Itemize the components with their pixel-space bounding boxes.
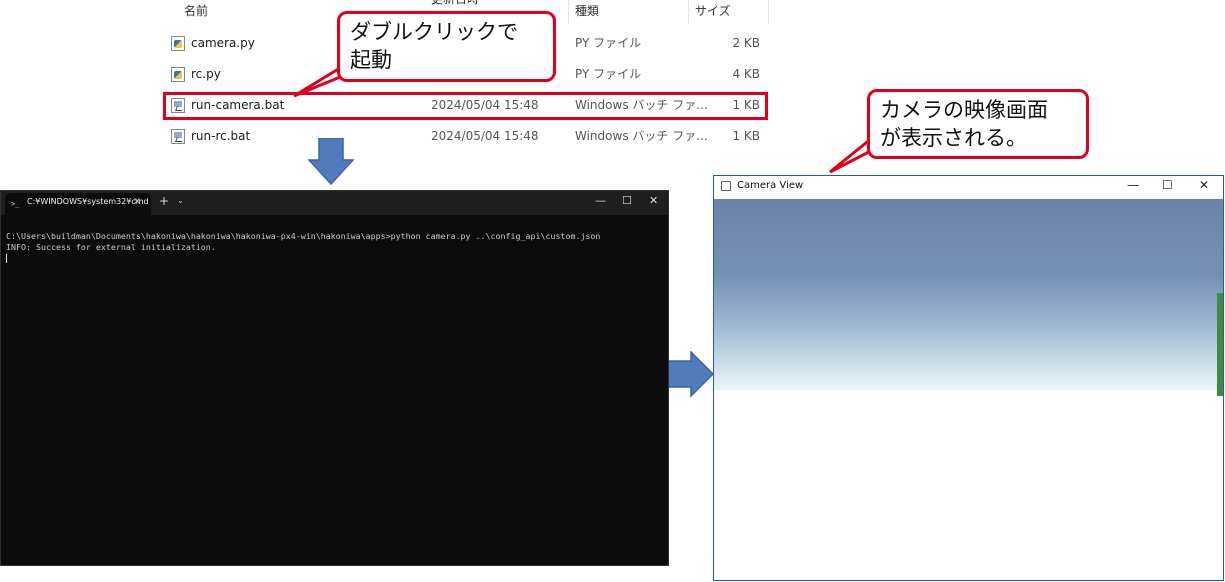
file-size: 2 KB bbox=[732, 36, 760, 50]
green-object bbox=[1217, 293, 1223, 396]
maximize-button[interactable]: ☐ bbox=[622, 194, 632, 207]
maximize-button[interactable]: ☐ bbox=[1162, 178, 1173, 192]
ground-area bbox=[714, 390, 1223, 580]
column-header-type[interactable]: 種類 bbox=[575, 0, 599, 24]
console-line: C:\Users\buildman\Documents\hakoniwa\hak… bbox=[6, 231, 601, 241]
new-tab-button[interactable]: + bbox=[159, 194, 169, 208]
file-size: 1 KB bbox=[732, 129, 760, 143]
console-title-bar[interactable]: >_ C:¥WINDOWS¥system32¥cmd × + ⌄ — ☐ ✕ bbox=[1, 191, 668, 215]
callout-camera-shown: カメラの映像画面 が表示される。 bbox=[867, 89, 1089, 159]
callout-double-click: ダブルクリックで 起動 bbox=[337, 11, 556, 82]
console-tab-title: C:¥WINDOWS¥system32¥cmd bbox=[27, 197, 149, 206]
tab-close-icon[interactable]: × bbox=[133, 196, 141, 207]
batch-file-icon bbox=[171, 129, 185, 144]
file-date: 2024/05/04 15:48 bbox=[431, 129, 539, 143]
camera-view-window[interactable]: Camera View — ☐ ✕ bbox=[713, 175, 1224, 581]
app-window-icon bbox=[721, 181, 731, 191]
python-file-icon bbox=[171, 36, 185, 51]
minimize-button[interactable]: — bbox=[1127, 178, 1139, 192]
python-file-icon bbox=[171, 67, 185, 82]
file-row-run-rc-bat[interactable]: run-rc.bat 2024/05/04 15:48 Windows バッチ … bbox=[160, 121, 770, 152]
file-name: run-rc.bat bbox=[191, 129, 251, 143]
camera-title-bar[interactable]: Camera View — ☐ ✕ bbox=[714, 176, 1223, 199]
column-divider[interactable] bbox=[568, 0, 569, 24]
highlight-box bbox=[163, 92, 768, 120]
file-name: rc.py bbox=[191, 67, 221, 81]
chevron-down-icon[interactable]: ⌄ bbox=[177, 196, 184, 205]
file-size: 4 KB bbox=[732, 67, 760, 81]
file-type: PY ファイル bbox=[575, 36, 642, 50]
console-line: INFO: Success for external initializatio… bbox=[6, 242, 216, 252]
console-tab[interactable]: >_ C:¥WINDOWS¥system32¥cmd × bbox=[5, 193, 151, 215]
sky-area bbox=[714, 199, 1223, 390]
camera-image bbox=[714, 199, 1223, 580]
sort-chevron-icon: ⌃ bbox=[296, 0, 307, 8]
column-divider[interactable] bbox=[688, 0, 689, 24]
close-button[interactable]: ✕ bbox=[1199, 178, 1209, 192]
text-cursor bbox=[6, 254, 7, 263]
down-arrow-icon bbox=[307, 138, 355, 186]
close-button[interactable]: ✕ bbox=[649, 194, 658, 207]
minimize-button[interactable]: — bbox=[595, 194, 606, 207]
terminal-icon: >_ bbox=[11, 200, 20, 208]
column-header-name[interactable]: 名前 bbox=[184, 0, 208, 24]
file-name: camera.py bbox=[191, 36, 255, 50]
column-header-size[interactable]: サイズ bbox=[695, 0, 731, 24]
file-type: Windows バッチ ファ... bbox=[575, 129, 708, 143]
console-output[interactable]: C:\Users\buildman\Documents\hakoniwa\hak… bbox=[6, 231, 600, 253]
camera-window-title: Camera View bbox=[737, 180, 804, 191]
column-divider[interactable] bbox=[768, 0, 769, 24]
file-type: PY ファイル bbox=[575, 67, 642, 81]
console-window[interactable]: >_ C:¥WINDOWS¥system32¥cmd × + ⌄ — ☐ ✕ C… bbox=[0, 190, 669, 566]
